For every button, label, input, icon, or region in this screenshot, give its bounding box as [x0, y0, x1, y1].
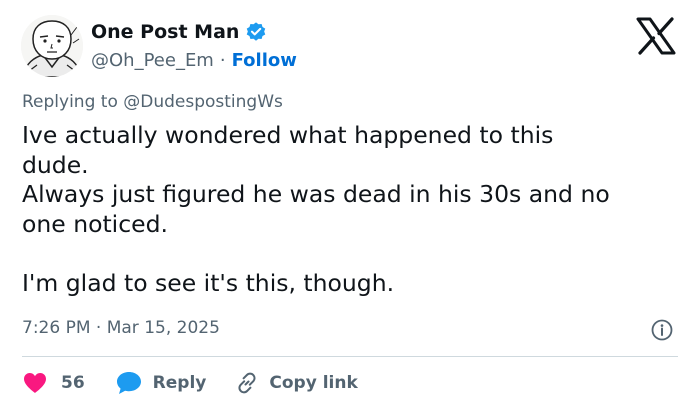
x-logo-icon[interactable] — [635, 17, 677, 55]
reply-label: Reply — [152, 373, 207, 393]
link-icon — [238, 372, 256, 394]
copy-link-button[interactable]: Copy link — [234, 370, 358, 396]
tweet-line: I'm glad to see it's this, though. — [22, 268, 395, 297]
like-count: 56 — [61, 373, 85, 393]
tweet-line: Always just figured he was dead in his 3… — [22, 180, 610, 208]
like-button[interactable]: 56 — [22, 371, 115, 395]
follow-link[interactable]: Follow — [232, 50, 297, 71]
avatar[interactable] — [21, 15, 83, 77]
tweet-line: one noticed. — [22, 209, 168, 238]
copy-link-label: Copy link — [269, 373, 358, 393]
author-name[interactable]: One Post Man — [91, 21, 239, 43]
author-handle[interactable]: @Oh_Pee_Em — [91, 50, 214, 71]
action-bar: 56 Reply Copy link — [22, 368, 358, 398]
separator-dot: · — [219, 49, 226, 71]
tweet-line: Ive actually wondered what happened to t… — [22, 121, 554, 149]
paragraph-break — [22, 239, 682, 269]
reply-button[interactable]: Reply — [115, 370, 235, 396]
tweet-timestamp[interactable]: 7:26 PM · Mar 15, 2025 — [22, 318, 220, 338]
info-icon[interactable] — [651, 319, 673, 341]
tweet-line: dude. — [22, 150, 89, 179]
author-name-row: One Post Man — [91, 19, 267, 45]
tweet-text: Ive actually wondered what happened to t… — [22, 121, 682, 298]
avatar-icon — [21, 15, 83, 77]
heart-icon — [24, 373, 46, 393]
verified-badge-icon — [245, 21, 267, 43]
reply-bubble-icon — [116, 372, 141, 394]
handle-row: @Oh_Pee_Em · Follow — [91, 48, 297, 72]
divider — [22, 356, 678, 357]
reply-context: Replying to @DudespostingWs — [22, 92, 283, 112]
